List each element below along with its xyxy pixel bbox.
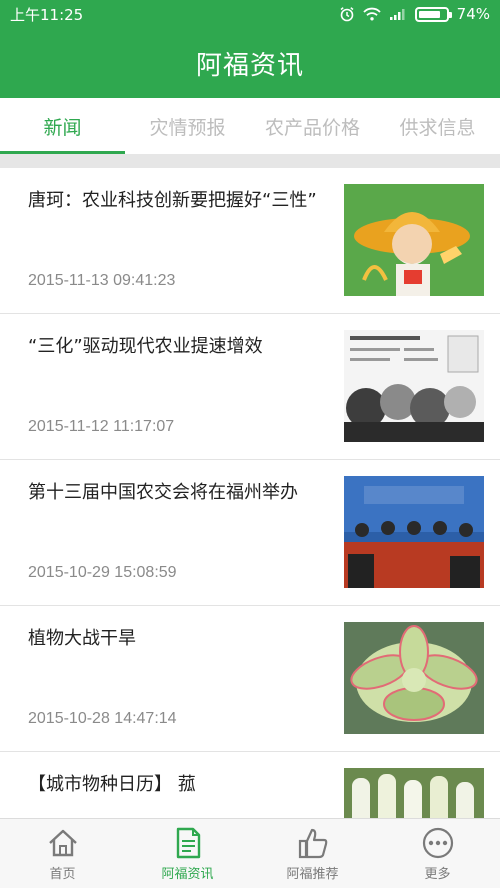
nav-news-label: 阿福资讯 — [161, 867, 214, 882]
tab-supply-demand[interactable]: 供求信息 — [375, 98, 500, 154]
grain-infographic-image — [344, 330, 484, 442]
app-header: 阿福资讯 — [0, 28, 500, 98]
nav-recommend[interactable]: 阿福推荐 — [250, 819, 375, 888]
news-item[interactable]: 第十三届中国农交会将在福州举办 2015-10-29 15:08:59 — [0, 460, 500, 606]
news-title: “三化”驱动现代农业提速增效 — [28, 336, 263, 357]
nav-recommend-label: 阿福推荐 — [286, 867, 339, 882]
status-time: 上午11:25 — [10, 5, 84, 24]
battery-icon — [414, 6, 452, 22]
news-list[interactable]: 唐珂：农业科技创新要把握好“三性” 2015-11-13 09:41:23 “三… — [0, 168, 500, 818]
bottom-navigation: 首页 阿福资讯 阿福推荐 更多 — [0, 818, 500, 888]
tab-produce-prices[interactable]: 农产品价格 — [250, 98, 375, 154]
news-item[interactable]: 植物大战干旱 2015-10-28 14:47:14 — [0, 606, 500, 752]
news-item[interactable]: 【城市物种日历】 菰 — [0, 752, 500, 818]
news-document-icon — [176, 827, 200, 859]
news-title: 唐珂：农业科技创新要把握好“三性” — [28, 190, 317, 211]
news-item[interactable]: “三化”驱动现代农业提速增效 2015-11-12 11:17:07 — [0, 314, 500, 460]
alarm-icon — [340, 7, 354, 22]
news-date: 2015-10-28 14:47:14 — [28, 710, 177, 727]
farmer-cartoon-image — [344, 184, 484, 296]
nav-home[interactable]: 首页 — [0, 819, 125, 888]
nav-more-label: 更多 — [424, 867, 451, 882]
battery-percent: 74% — [456, 5, 490, 23]
tab-divider — [0, 154, 500, 168]
news-date: 2015-11-12 11:17:07 — [28, 418, 175, 435]
wifi-icon — [363, 7, 381, 21]
home-icon — [48, 829, 77, 857]
succulent-plant-image — [344, 622, 484, 734]
signal-icon — [389, 9, 405, 20]
status-icons: 74% — [339, 5, 490, 23]
press-conference-image — [344, 476, 484, 588]
page-title: 阿福资讯 — [195, 50, 304, 81]
news-title: 第十三届中国农交会将在福州举办 — [28, 482, 298, 503]
nav-home-label: 首页 — [49, 867, 76, 882]
nav-news[interactable]: 阿福资讯 — [125, 819, 250, 888]
wild-rice-stems-image — [344, 768, 484, 818]
tab-disaster-forecast[interactable]: 灾情预报 — [125, 98, 250, 154]
news-date: 2015-11-13 09:41:23 — [28, 272, 176, 289]
status-bar: 上午11:25 74% — [0, 0, 500, 28]
news-date: 2015-10-29 15:08:59 — [28, 564, 177, 581]
tab-news[interactable]: 新闻 — [0, 98, 125, 154]
more-dots-icon — [422, 827, 453, 859]
news-title: 植物大战干旱 — [28, 628, 136, 649]
thumbs-up-icon — [298, 828, 327, 859]
news-item[interactable]: 唐珂：农业科技创新要把握好“三性” 2015-11-13 09:41:23 — [0, 168, 500, 314]
category-tabs: 新闻 灾情预报 农产品价格 供求信息 — [0, 98, 500, 154]
news-title: 【城市物种日历】 菰 — [28, 774, 196, 795]
nav-more[interactable]: 更多 — [375, 819, 500, 888]
